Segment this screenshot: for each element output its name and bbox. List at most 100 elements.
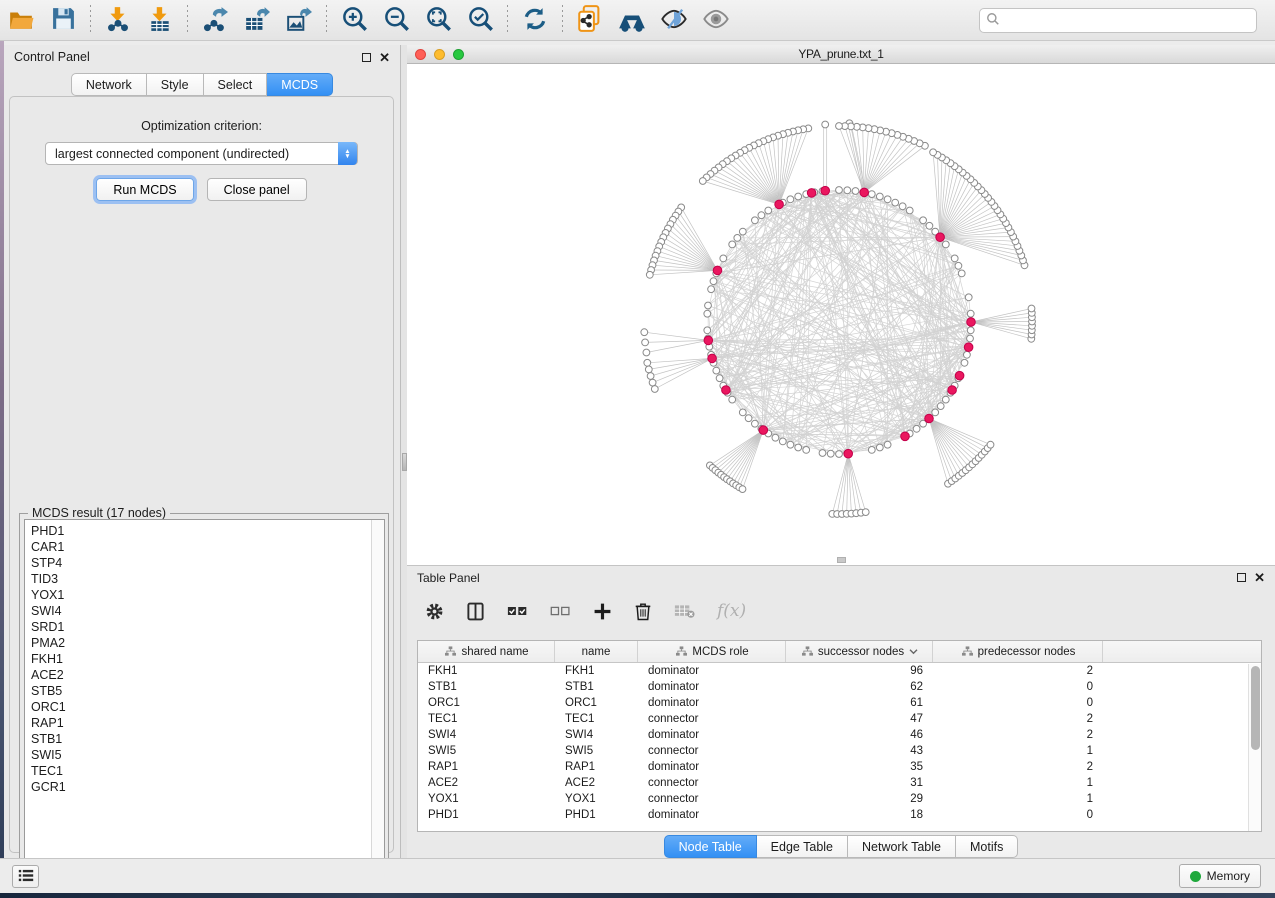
table-cell: ACE2 bbox=[418, 777, 555, 789]
task-history-button[interactable] bbox=[12, 865, 39, 888]
table-row[interactable]: RAP1RAP1dominator352 bbox=[418, 759, 1261, 775]
network-title: YPA_prune.txt_1 bbox=[407, 47, 1275, 61]
tab-style[interactable]: Style bbox=[147, 73, 204, 96]
mcds-result-item[interactable]: SRD1 bbox=[31, 619, 384, 635]
share-network-button[interactable] bbox=[573, 3, 607, 37]
table-row[interactable]: YOX1YOX1connector291 bbox=[418, 791, 1261, 807]
zoom-selected-button[interactable] bbox=[463, 3, 497, 37]
table-cell: YOX1 bbox=[418, 793, 555, 805]
mcds-result-item[interactable]: ORC1 bbox=[31, 699, 384, 715]
save-button[interactable] bbox=[46, 3, 80, 37]
column-header-successor-nodes[interactable]: successor nodes bbox=[786, 641, 933, 662]
select-all-icon[interactable] bbox=[507, 603, 528, 619]
gear-icon[interactable] bbox=[425, 602, 444, 621]
status-bar: Memory bbox=[0, 858, 1275, 893]
table-row[interactable]: ACE2ACE2connector311 bbox=[418, 775, 1261, 791]
tab-select[interactable]: Select bbox=[204, 73, 268, 96]
export-network-button[interactable] bbox=[198, 3, 232, 37]
mcds-result-item[interactable]: SWI5 bbox=[31, 747, 384, 763]
table-cell: SWI5 bbox=[418, 745, 555, 757]
column-header-shared-name[interactable]: shared name bbox=[418, 641, 555, 662]
table-panel-title: Table Panel bbox=[417, 571, 480, 585]
close-panel-button[interactable]: Close panel bbox=[207, 178, 307, 201]
refresh-button[interactable] bbox=[518, 3, 552, 37]
table-body: FKH1FKH1dominator962STB1STB1dominator620… bbox=[418, 663, 1261, 823]
tab-mcds[interactable]: MCDS bbox=[267, 73, 333, 96]
horizontal-splitter-grip[interactable] bbox=[837, 557, 846, 563]
mcds-result-item[interactable]: STB5 bbox=[31, 683, 384, 699]
split-panel-icon[interactable] bbox=[466, 602, 485, 621]
tab-network[interactable]: Network bbox=[71, 73, 147, 96]
vertical-splitter[interactable] bbox=[400, 45, 407, 858]
criterion-dropdown[interactable]: largest connected component (undirected)… bbox=[45, 142, 358, 165]
table-row[interactable]: PHD1PHD1dominator180 bbox=[418, 807, 1261, 823]
network-canvas[interactable] bbox=[407, 64, 1275, 565]
table-scrollbar[interactable] bbox=[1248, 664, 1261, 832]
table-row[interactable]: ORC1ORC1dominator610 bbox=[418, 695, 1261, 711]
mcds-result-item[interactable]: PMA2 bbox=[31, 635, 384, 651]
mcds-result-item[interactable]: FKH1 bbox=[31, 651, 384, 667]
export-table-button[interactable] bbox=[240, 3, 274, 37]
export-image-button[interactable] bbox=[282, 3, 316, 37]
import-table-button[interactable] bbox=[143, 3, 177, 37]
float-panel-icon[interactable] bbox=[1237, 573, 1246, 582]
mcds-result-title: MCDS result (17 nodes) bbox=[28, 506, 170, 520]
sort-desc-icon bbox=[909, 646, 918, 658]
network-view-window: YPA_prune.txt_1 bbox=[407, 45, 1275, 565]
network-titlebar[interactable]: YPA_prune.txt_1 bbox=[407, 45, 1275, 64]
float-panel-icon[interactable] bbox=[362, 53, 371, 62]
mcds-result-item[interactable]: YOX1 bbox=[31, 587, 384, 603]
mcds-result-item[interactable]: SWI4 bbox=[31, 603, 384, 619]
table-cell: ACE2 bbox=[555, 777, 638, 789]
close-panel-icon[interactable]: ✕ bbox=[1254, 573, 1265, 582]
zoom-fit-button[interactable] bbox=[421, 3, 455, 37]
open-button[interactable] bbox=[4, 3, 38, 37]
column-header-MCDS-role[interactable]: MCDS role bbox=[638, 641, 786, 662]
run-mcds-button[interactable]: Run MCDS bbox=[96, 178, 193, 201]
result-scrollbar[interactable] bbox=[371, 520, 384, 879]
function-icon[interactable]: f(x) bbox=[717, 601, 746, 621]
table-row[interactable]: SWI4SWI4dominator462 bbox=[418, 727, 1261, 743]
mcds-result-item[interactable]: CAR1 bbox=[31, 539, 384, 555]
table-row[interactable]: TEC1TEC1connector472 bbox=[418, 711, 1261, 727]
mcds-result-item[interactable]: TEC1 bbox=[31, 763, 384, 779]
import-network-button[interactable] bbox=[101, 3, 135, 37]
column-header-name[interactable]: name bbox=[555, 641, 638, 662]
table-cell: PHD1 bbox=[418, 809, 555, 821]
search-field[interactable] bbox=[979, 8, 1257, 33]
binoculars-button[interactable] bbox=[615, 3, 649, 37]
deselect-all-icon[interactable] bbox=[550, 603, 571, 619]
tab-network-table[interactable]: Network Table bbox=[848, 835, 956, 858]
eye-button[interactable] bbox=[699, 3, 733, 37]
table-row[interactable]: FKH1FKH1dominator962 bbox=[418, 663, 1261, 679]
delete-table-icon[interactable] bbox=[674, 603, 695, 619]
hide-eye-button[interactable] bbox=[657, 3, 691, 37]
zoom-in-button[interactable] bbox=[337, 3, 371, 37]
mcds-result-item[interactable]: ACE2 bbox=[31, 667, 384, 683]
table-row[interactable]: SWI5SWI5connector431 bbox=[418, 743, 1261, 759]
table-scrollbar-thumb[interactable] bbox=[1251, 666, 1260, 750]
table-cell: 31 bbox=[786, 777, 933, 789]
close-panel-icon[interactable]: ✕ bbox=[379, 53, 390, 62]
memory-button[interactable]: Memory bbox=[1179, 864, 1261, 888]
zoom-selected-icon bbox=[467, 5, 494, 35]
add-column-icon[interactable] bbox=[593, 602, 612, 621]
mcds-result-item[interactable]: STB1 bbox=[31, 731, 384, 747]
tab-motifs[interactable]: Motifs bbox=[956, 835, 1018, 858]
table-cell: 47 bbox=[786, 713, 933, 725]
tab-edge-table[interactable]: Edge Table bbox=[757, 835, 848, 858]
mcds-result-item[interactable]: RAP1 bbox=[31, 715, 384, 731]
column-header-predecessor-nodes[interactable]: predecessor nodes bbox=[933, 641, 1103, 662]
zoom-out-button[interactable] bbox=[379, 3, 413, 37]
mcds-result-item[interactable]: STP4 bbox=[31, 555, 384, 571]
mcds-result-item[interactable]: PHD1 bbox=[31, 523, 384, 539]
control-panel-tabs: Network Style Select MCDS bbox=[4, 73, 400, 96]
table-row[interactable]: STB1STB1dominator620 bbox=[418, 679, 1261, 695]
delete-column-icon[interactable] bbox=[634, 602, 652, 621]
export-table-icon bbox=[244, 6, 270, 35]
tab-node-table[interactable]: Node Table bbox=[664, 835, 757, 858]
search-input[interactable] bbox=[1000, 14, 1256, 28]
mcds-result-item[interactable]: TID3 bbox=[31, 571, 384, 587]
mcds-result-item[interactable]: GCR1 bbox=[31, 779, 384, 795]
mcds-result-list[interactable]: PHD1CAR1STP4TID3YOX1SWI4SRD1PMA2FKH1ACE2… bbox=[24, 519, 385, 880]
